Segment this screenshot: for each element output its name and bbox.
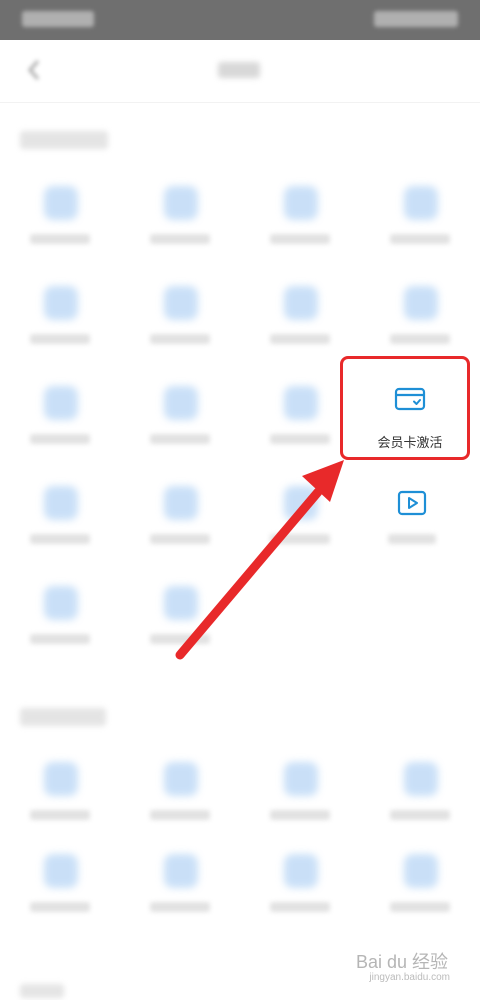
service-icon [404,286,438,320]
service-label [390,334,450,344]
service-item[interactable] [120,472,240,572]
service-icon [164,486,198,520]
service-icon [44,586,78,620]
section-title-more [20,984,64,998]
life-item[interactable] [0,840,120,940]
life-icon [404,762,438,796]
service-icon [164,186,198,220]
service-icon [284,386,318,420]
service-label [270,434,330,444]
highlight-frame [340,356,470,460]
play-video-icon [397,490,427,516]
service-icon [164,386,198,420]
service-label [30,634,90,644]
service-label [270,534,330,544]
life-icon [44,854,78,888]
service-icon [44,386,78,420]
service-label [30,234,90,244]
section-title-life [20,708,106,726]
life-item[interactable] [240,748,360,848]
service-label [390,234,450,244]
life-label [30,902,90,912]
life-item[interactable] [0,748,120,848]
service-label [30,434,90,444]
service-label [150,234,210,244]
life-icon [284,762,318,796]
service-item[interactable] [120,372,240,472]
back-arrow-icon[interactable] [24,58,46,82]
service-item[interactable] [0,272,120,372]
life-label [270,810,330,820]
video-label [388,534,436,544]
life-label [390,902,450,912]
life-label [270,902,330,912]
service-icon [44,286,78,320]
life-label [30,810,90,820]
watermark-url: jingyan.baidu.com [369,972,450,983]
service-icon [284,186,318,220]
service-label [150,534,210,544]
status-carrier [22,11,94,27]
service-label [270,334,330,344]
service-item[interactable] [240,472,360,572]
life-icon [164,854,198,888]
service-item[interactable] [120,172,240,272]
service-item[interactable] [0,472,120,572]
service-label [270,234,330,244]
service-item[interactable] [360,172,480,272]
status-indicators [374,11,458,27]
service-item[interactable] [240,172,360,272]
life-label [150,902,210,912]
service-item[interactable] [0,172,120,272]
service-label [30,534,90,544]
service-item[interactable] [0,572,120,672]
watermark-logo: Bai du 经验 [355,952,448,972]
service-icon [164,586,198,620]
service-item[interactable] [0,372,120,472]
life-icon [44,762,78,796]
status-bar [0,0,480,40]
service-item[interactable] [120,572,240,672]
service-label [30,334,90,344]
life-item[interactable] [360,748,480,848]
service-icon [404,186,438,220]
life-item[interactable] [240,840,360,940]
nav-bar [0,40,480,103]
life-icon [404,854,438,888]
life-icon [164,762,198,796]
service-label [150,634,210,644]
life-label [150,810,210,820]
service-icon [284,486,318,520]
life-icon [284,854,318,888]
section-title-personal [20,131,108,149]
service-icon [284,286,318,320]
video-item[interactable] [352,472,472,572]
service-icon [164,286,198,320]
service-icon [44,186,78,220]
service-icon [44,486,78,520]
page-title [218,62,260,78]
service-item[interactable] [120,272,240,372]
life-label [390,810,450,820]
service-label [150,434,210,444]
service-label [150,334,210,344]
life-item[interactable] [120,748,240,848]
life-item[interactable] [360,840,480,940]
life-item[interactable] [120,840,240,940]
